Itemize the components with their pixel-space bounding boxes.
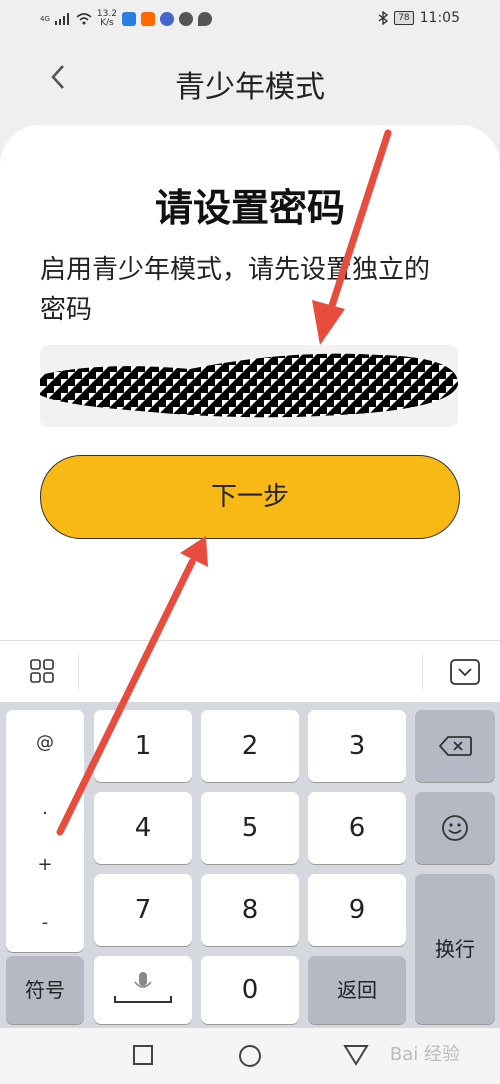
page-title: 青少年模式 [175, 70, 325, 105]
symbol-switch-key[interactable]: 符号 [6, 956, 84, 1024]
password-card: 请设置密码 启用青少年模式，请先设置独立的密码 下一步 [0, 125, 500, 655]
key-6[interactable]: 6 [308, 792, 406, 864]
card-description: 启用青少年模式，请先设置独立的密码 [40, 255, 431, 325]
app-icon-video [121, 12, 136, 26]
return-key[interactable]: 返回 [308, 956, 406, 1024]
toolbar-divider [422, 655, 423, 689]
key-7[interactable]: 7 [94, 874, 192, 946]
password-input[interactable] [40, 345, 458, 427]
key-dot[interactable]: . [6, 798, 84, 819]
enter-key[interactable]: 换行 [415, 874, 495, 1024]
backspace-key[interactable] [415, 710, 495, 782]
key-0[interactable]: 0 [201, 956, 299, 1024]
battery-indicator: 78 [394, 11, 414, 25]
clock: 11:05 [419, 10, 460, 26]
symbol-column[interactable]: @ . + - [6, 710, 84, 952]
back-triangle-icon[interactable] [343, 1044, 369, 1066]
card-heading: 请设置密码 [154, 186, 345, 230]
emoji-key[interactable] [415, 792, 495, 864]
toolbar-divider [78, 655, 79, 689]
network-speed: 13.2 K/s [96, 9, 117, 28]
app-icon-android [178, 12, 193, 26]
key-at[interactable]: @ [6, 732, 84, 753]
next-step-button[interactable]: 下一步 [40, 455, 460, 539]
signal-icon [54, 13, 69, 25]
key-1[interactable]: 1 [94, 710, 192, 782]
message-icon [197, 12, 212, 26]
keyboard-hide-icon[interactable] [450, 659, 480, 685]
key-plus[interactable]: + [6, 854, 84, 875]
wifi-icon [76, 13, 92, 25]
key-3[interactable]: 3 [308, 710, 406, 782]
network-type: 4G [40, 15, 50, 23]
microphone-icon [114, 972, 172, 1003]
backspace-icon [438, 736, 472, 756]
keyboard-toolbar [0, 640, 500, 703]
key-5[interactable]: 5 [201, 792, 299, 864]
emoji-icon [442, 815, 468, 841]
key-2[interactable]: 2 [201, 710, 299, 782]
bluetooth-icon [378, 11, 389, 25]
watermark: Bai 经验 [389, 1044, 460, 1065]
key-minus[interactable]: - [6, 912, 84, 933]
grid-icon[interactable] [30, 659, 54, 683]
numeric-keyboard: @ . + - 1 2 3 4 5 6 7 8 9 换行 符号 0 返回 [0, 702, 500, 1028]
key-8[interactable]: 8 [201, 874, 299, 946]
key-4[interactable]: 4 [94, 792, 192, 864]
status-bar: 4G 13.2 K/s 78 11:05 [0, 0, 500, 40]
app-icon-taobao [140, 12, 155, 26]
recent-apps-icon[interactable] [132, 1044, 154, 1066]
key-9[interactable]: 9 [308, 874, 406, 946]
home-icon[interactable] [238, 1044, 262, 1068]
redaction-mask [40, 353, 458, 418]
navigation-bar: 青少年模式 [0, 40, 500, 125]
voice-space-key[interactable] [94, 956, 192, 1024]
app-icon-music [159, 12, 174, 26]
